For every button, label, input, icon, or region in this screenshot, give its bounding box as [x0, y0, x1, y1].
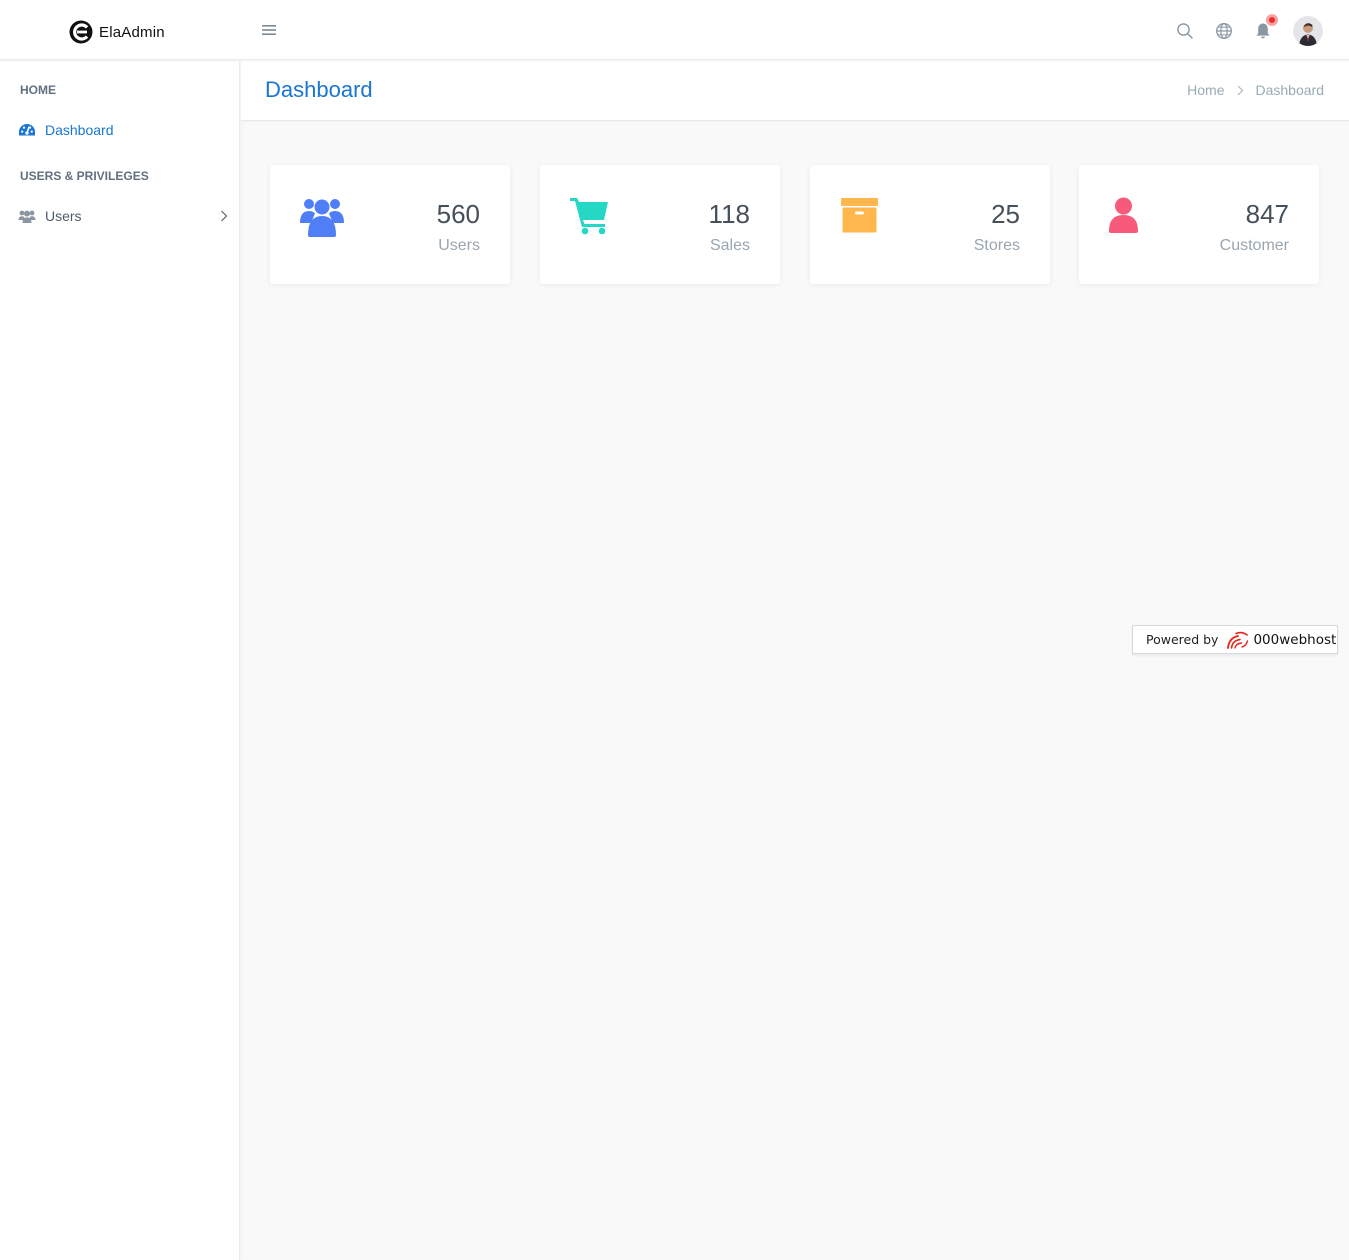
page-title-bar: Dashboard Home Dashboard — [241, 61, 1349, 121]
notifications-button[interactable] — [1253, 14, 1278, 41]
header-actions — [1156, 14, 1323, 47]
powered-by-badge[interactable]: Powered by 000webhost — [1132, 625, 1338, 654]
stat-value: 560 — [436, 199, 480, 229]
brand-name: ElaAdmin — [99, 23, 165, 41]
brand-logo-link[interactable]: ElaAdmin — [68, 18, 165, 46]
user-avatar-icon — [1293, 16, 1323, 46]
stat-value: 118 — [708, 199, 750, 229]
sidebar-section-home: HOME — [20, 83, 56, 97]
webhost-logo-icon — [1227, 631, 1249, 649]
search-button[interactable] — [1175, 21, 1195, 41]
chevron-right-icon — [1237, 85, 1243, 95]
sidebar-section-users-privileges: USERS & PRIVILEGES — [20, 169, 149, 183]
stat-card-customer: 847 Customer — [1079, 165, 1319, 284]
language-button[interactable] — [1214, 21, 1234, 41]
breadcrumb-current: Dashboard — [1255, 82, 1325, 98]
globe-icon — [1216, 23, 1232, 39]
users-icon — [18, 208, 36, 224]
breadcrumb-home-link[interactable]: Home — [1187, 82, 1224, 98]
top-navbar: ElaAdmin — [0, 0, 1349, 60]
chevron-right-icon — [221, 210, 228, 222]
dashboard-icon — [18, 122, 36, 138]
stat-value: 25 — [991, 199, 1020, 229]
user-icon — [1109, 197, 1138, 233]
breadcrumb: Home Dashboard — [1187, 82, 1324, 98]
page-title: Dashboard — [265, 77, 373, 102]
stat-label: Stores — [973, 237, 1020, 254]
stat-label: Users — [438, 237, 480, 254]
sidebar: HOME Dashboard USERS & PRIVILEGES Users — [0, 61, 240, 1260]
archive-box-icon — [841, 198, 878, 233]
ela-logo-icon — [69, 20, 93, 44]
sidebar-item-users[interactable]: Users — [0, 199, 240, 233]
notification-indicator — [1266, 14, 1278, 26]
search-icon — [1177, 23, 1193, 39]
sidebar-item-dashboard[interactable]: Dashboard — [0, 113, 240, 147]
sidebar-item-label: Dashboard — [45, 122, 114, 138]
avatar[interactable] — [1293, 16, 1323, 46]
stat-value: 847 — [1245, 199, 1289, 229]
stat-card-sales: 118 Sales — [540, 165, 780, 284]
stat-card-stores: 25 Stores — [810, 165, 1050, 284]
powered-by-text: Powered by — [1146, 632, 1219, 647]
users-icon — [300, 199, 344, 237]
sidebar-item-label: Users — [45, 208, 82, 224]
stat-label: Customer — [1219, 237, 1289, 254]
stat-card-users: 560 Users — [270, 165, 510, 284]
stat-label: Sales — [709, 237, 750, 254]
cart-icon — [570, 198, 608, 235]
powered-by-brand: 000webhost — [1253, 631, 1337, 648]
menu-icon[interactable] — [260, 22, 278, 38]
